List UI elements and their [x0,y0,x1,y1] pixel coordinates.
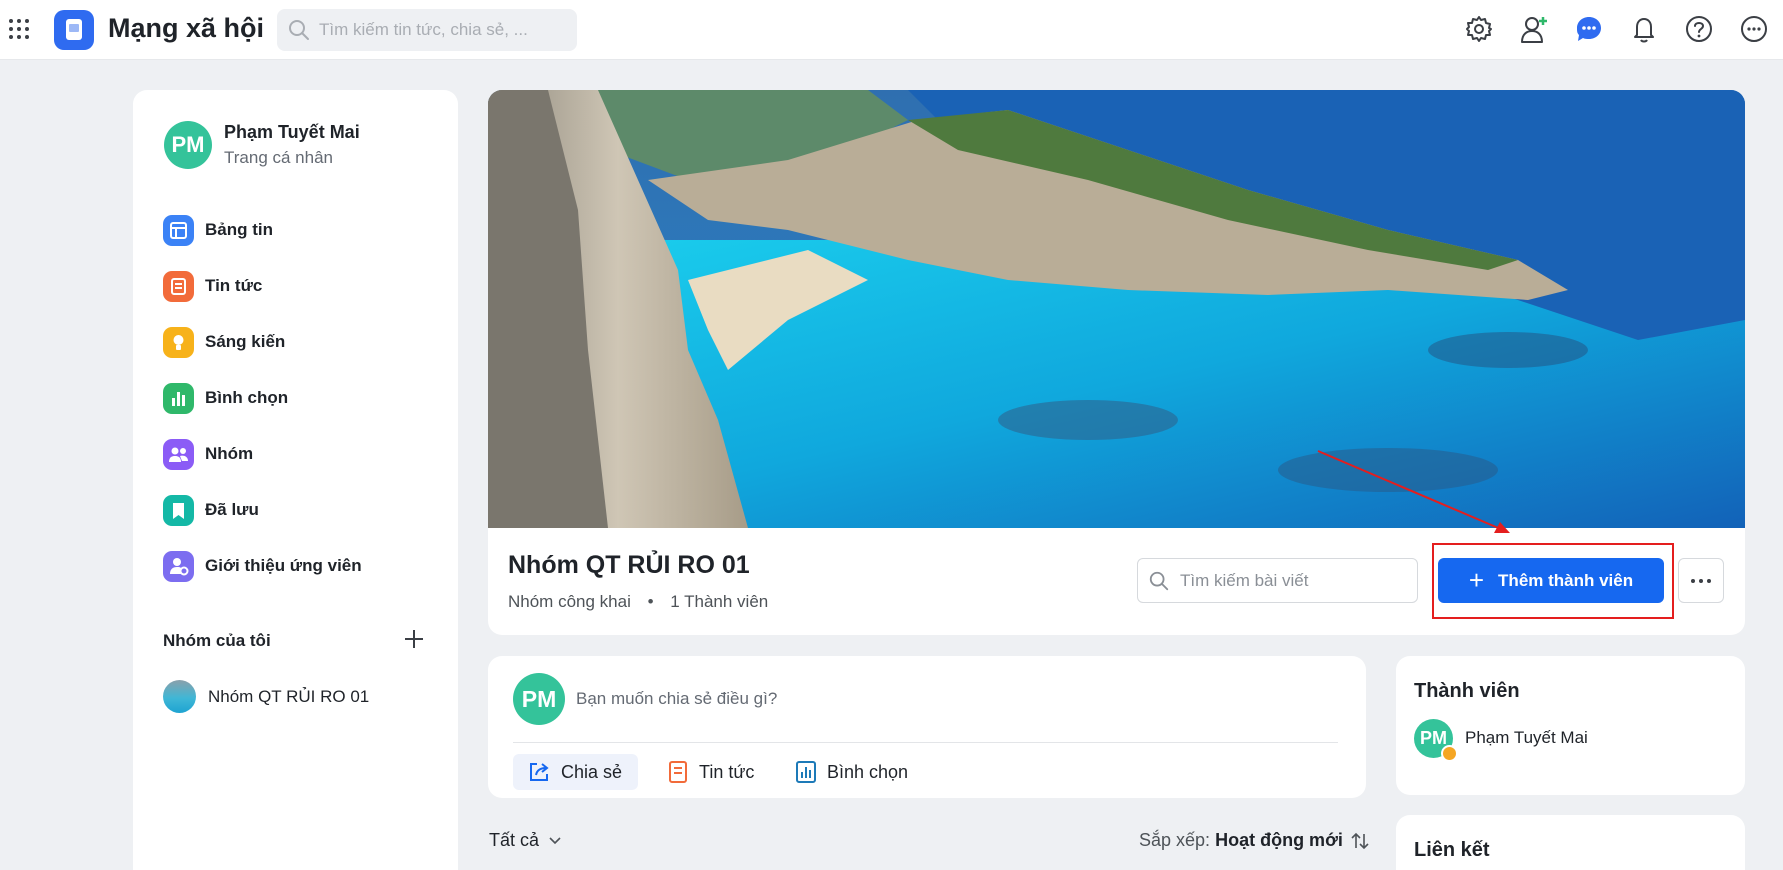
share-action-label: Chia sẻ [561,761,623,782]
top-bar: Mạng xã hội [0,0,1783,60]
post-search-input[interactable] [1180,559,1410,602]
add-user-icon[interactable] [1519,14,1549,44]
sidebar-item-label: Bình chọn [205,388,289,407]
sidebar-item-initiatives[interactable]: Sáng kiến [163,324,433,360]
links-card: Liên kết [1396,815,1745,870]
my-groups-title: Nhóm của tôi [163,631,271,650]
sidebar-item-label: Giới thiệu ứng viên [205,556,362,575]
app-title[interactable]: Mạng xã hội [108,13,264,44]
group-header-card: Nhóm QT RỦI RO 01 Nhóm công khai • 1 Thà… [488,90,1745,635]
sidebar-item-polls[interactable]: Bình chọn [163,380,433,416]
my-group-item[interactable]: Nhóm QT RỦI RO 01 [163,680,369,713]
sidebar-item-news[interactable]: Tin tức [163,268,433,304]
plus-icon: + [1468,564,1485,595]
sort-value: Hoạt động mới [1215,830,1343,850]
search-icon [289,20,309,40]
more-options-button[interactable] [1678,558,1724,603]
admin-key-icon [1441,745,1458,762]
group-thumbnail [163,680,196,713]
add-member-label: Thêm thành viên [1498,570,1634,590]
left-sidebar: PM Phạm Tuyết Mai Trang cá nhân Bảng tin… [133,90,458,870]
group-member-count[interactable]: 1 Thành viên [670,592,768,612]
group-meta: Nhóm công khai • 1 Thành viên [508,592,768,612]
my-group-label: Nhóm QT RỦI RO 01 [208,686,370,706]
poll-action-button[interactable]: Bình chọn [781,754,924,790]
member-name[interactable]: Phạm Tuyết Mai [1465,728,1588,748]
referral-icon [163,550,194,582]
poll-action-label: Bình chọn [827,761,909,782]
help-icon[interactable] [1684,14,1714,44]
profile-name[interactable]: Phạm Tuyết Mai [224,122,360,143]
feed-filter-label: Tất cả [489,830,540,850]
chevron-down-icon [549,836,561,844]
sidebar-item-label: Tin tức [205,276,263,295]
feed-filter-dropdown[interactable]: Tất cả [489,830,561,851]
news-icon [163,270,194,302]
global-search-input[interactable] [319,9,569,51]
share-icon [530,763,549,781]
avatar: PM [513,673,565,725]
profile-subtitle[interactable]: Trang cá nhân [224,148,333,168]
members-card: Thành viên PM Phạm Tuyết Mai [1396,656,1745,795]
sidebar-item-label: Nhóm [205,444,254,463]
sidebar-item-saved[interactable]: Đã lưu [163,492,433,528]
group-visibility: Nhóm công khai [508,592,631,611]
news-action-button[interactable]: Tin tức [653,754,770,790]
sidebar-item-label: Sáng kiến [205,332,286,351]
chat-icon[interactable] [1574,14,1604,44]
links-title: Liên kết [1414,839,1490,861]
poll-icon [163,382,194,414]
post-search[interactable] [1137,558,1418,603]
gear-icon[interactable] [1464,14,1494,44]
add-member-button[interactable]: + Thêm thành viên [1438,558,1664,603]
sidebar-item-groups[interactable]: Nhóm [163,436,433,472]
share-action-button[interactable]: Chia sẻ [513,754,639,790]
lightbulb-icon [163,326,194,358]
sidebar-item-candidate-referral[interactable]: Giới thiệu ứng viên [163,548,433,584]
group-cover-image [488,90,1745,528]
avatar[interactable]: PM [164,121,212,169]
sidebar-item-news-feed[interactable]: Bảng tin [163,212,433,248]
apps-grid-icon[interactable] [9,19,29,39]
divider [513,742,1338,743]
group-title: Nhóm QT RỦI RO 01 [508,551,750,579]
bell-icon[interactable] [1629,14,1659,44]
bookmark-icon [163,494,194,526]
more-icon[interactable] [1739,14,1769,44]
sort-icon[interactable] [1350,831,1370,851]
dashboard-icon [163,214,194,246]
sidebar-item-label: Bảng tin [205,220,273,239]
composer-prompt[interactable]: Bạn muốn chia sẻ điều gì? [576,689,777,709]
add-group-icon[interactable] [401,626,427,652]
global-search[interactable] [277,9,577,51]
poll-icon [796,761,816,783]
news-icon [669,761,687,783]
news-action-label: Tin tức [699,761,755,782]
meta-separator: • [647,592,654,611]
members-title: Thành viên [1414,680,1520,702]
sidebar-item-label: Đã lưu [205,500,259,519]
sort-prefix: Sắp xếp: [1139,830,1211,850]
group-icon [163,438,194,470]
feed-sort-control[interactable]: Sắp xếp: Hoạt động mới [1139,830,1343,851]
app-logo[interactable] [54,10,94,50]
search-icon [1149,571,1169,591]
post-composer: PM Bạn muốn chia sẻ điều gì? Chia sẻ Tin… [488,656,1366,798]
